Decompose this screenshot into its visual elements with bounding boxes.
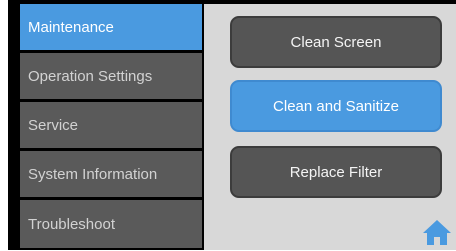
- screen-frame: Maintenance Operation Settings Service S…: [8, 0, 456, 250]
- sidebar: Maintenance Operation Settings Service S…: [20, 4, 202, 250]
- sidebar-item-operation-settings[interactable]: Operation Settings: [20, 53, 202, 99]
- sidebar-item-maintenance[interactable]: Maintenance: [20, 4, 202, 50]
- replace-filter-button[interactable]: Replace Filter: [230, 146, 442, 198]
- home-icon[interactable]: [422, 218, 452, 246]
- main-panel: Clean Screen Clean and Sanitize Replace …: [204, 4, 456, 250]
- clean-screen-button[interactable]: Clean Screen: [230, 16, 442, 68]
- clean-and-sanitize-button[interactable]: Clean and Sanitize: [230, 80, 442, 132]
- sidebar-item-troubleshoot[interactable]: Troubleshoot: [20, 200, 202, 248]
- sidebar-item-system-information[interactable]: System Information: [20, 151, 202, 197]
- sidebar-item-service[interactable]: Service: [20, 102, 202, 148]
